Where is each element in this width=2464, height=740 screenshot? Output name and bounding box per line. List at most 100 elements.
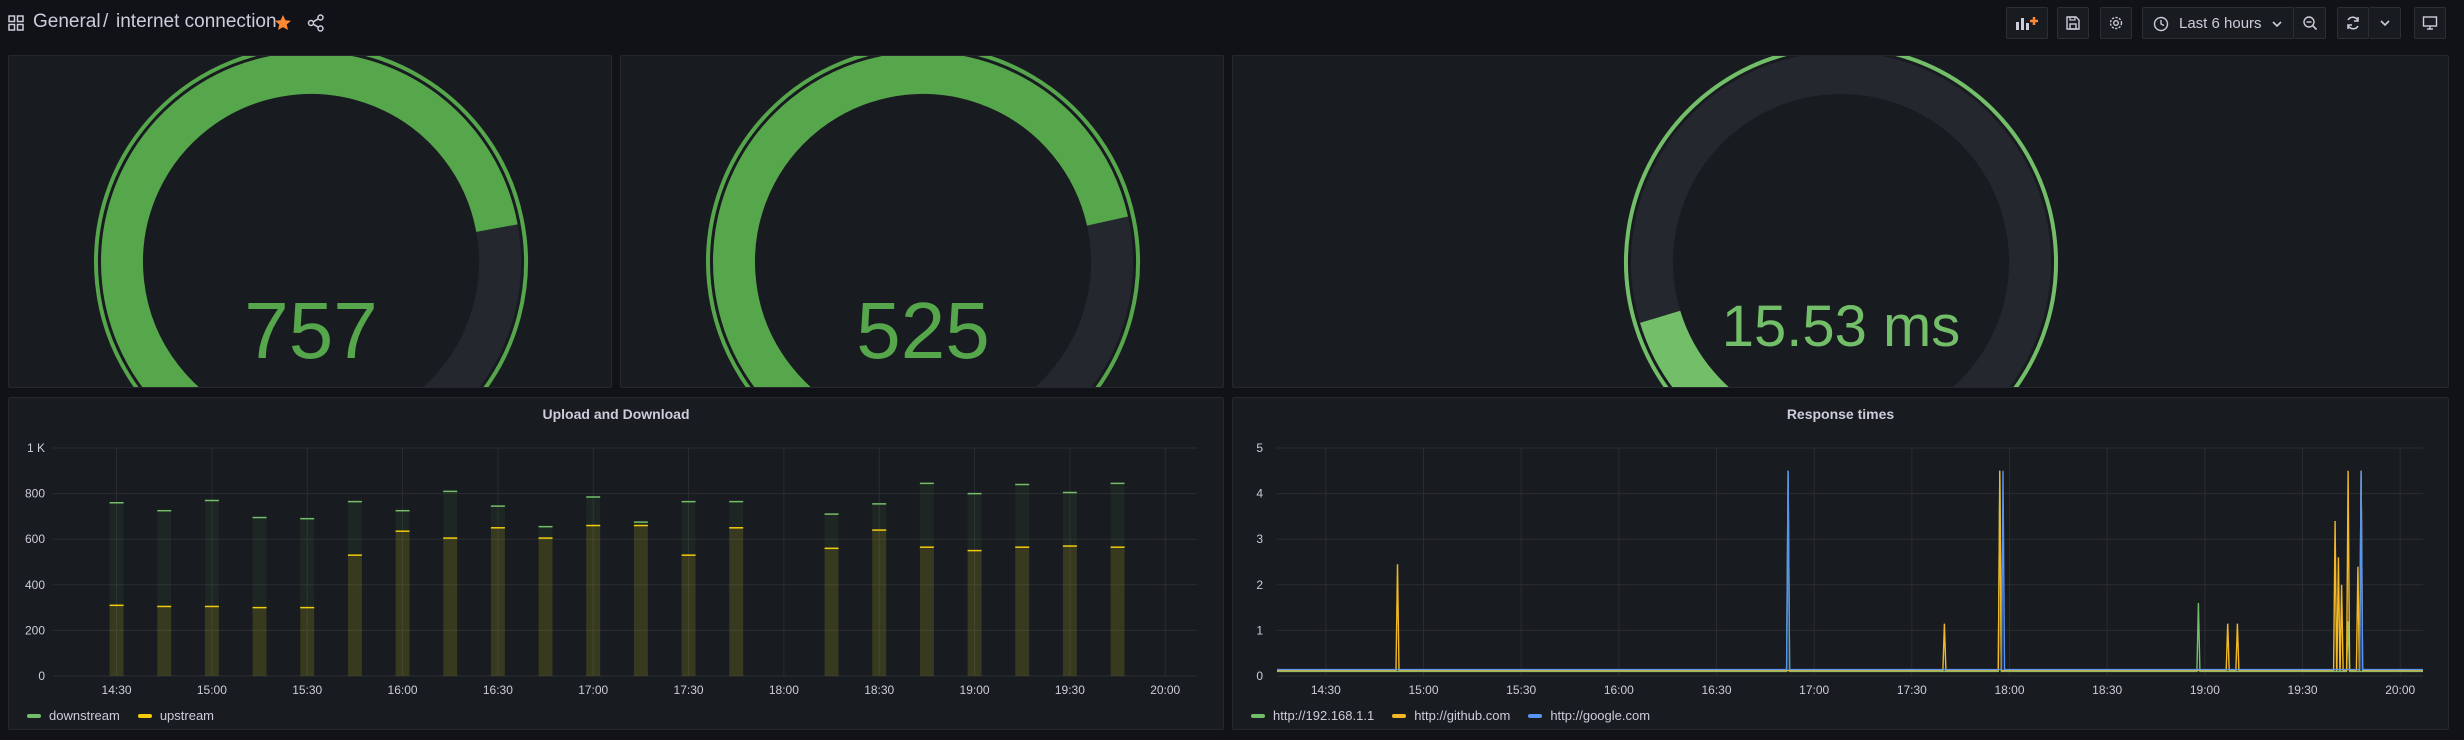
upstream-bar (347, 555, 362, 676)
favorite-star-icon[interactable] (273, 13, 293, 33)
x-tick-label: 16:00 (388, 683, 418, 697)
save-dashboard-button[interactable] (2057, 7, 2089, 39)
upstream-bar (443, 538, 458, 676)
legend-label: http://github.com (1414, 708, 1511, 723)
share-icon[interactable] (306, 13, 326, 33)
legend-item-downstream[interactable]: downstream (27, 708, 120, 723)
gauge-value-text: 15.53 ms (1722, 294, 1961, 359)
upstream-bar (681, 555, 696, 676)
upstream-bar (300, 607, 315, 676)
upload-download-bar-chart: 0 200 400 600 800 1 K 14:30 15:00 15:30 16:00 16:3… (25, 441, 1197, 697)
upstream-bar (919, 547, 934, 676)
x-tick-label: 16:00 (1604, 683, 1634, 697)
download-gauge: 757 (94, 56, 528, 387)
legend-label: downstream (49, 708, 120, 723)
save-icon (2066, 16, 2080, 30)
breadcrumb-folder[interactable]: General (33, 11, 101, 33)
x-tick-label: 19:00 (2190, 683, 2220, 697)
response-times-line-chart: 0 1 2 3 4 5 14:30 15:00 15:30 16:00 16:30 17:00 17:3… (1256, 441, 2423, 697)
upstream-bar (157, 606, 172, 676)
upstream-bar (204, 606, 219, 676)
refresh-interval-dropdown[interactable] (2369, 7, 2401, 39)
legend-swatch (1251, 713, 1265, 718)
upload-gauge: 525 (706, 56, 1140, 387)
dashboard-settings-button[interactable] (2100, 7, 2132, 39)
x-tick-label: 19:30 (1055, 683, 1085, 697)
y-tick-label: 400 (25, 578, 45, 592)
add-panel-icon (2016, 17, 2038, 30)
x-tick-label: 19:00 (960, 683, 990, 697)
x-tick-label: 16:30 (483, 683, 513, 697)
chevron-down-icon (2272, 21, 2282, 28)
y-tick-label: 600 (25, 532, 45, 546)
time-range-label: Last 6 hours (2179, 15, 2262, 32)
y-tick-label: 5 (1256, 441, 1263, 455)
x-tick-label: 17:00 (1799, 683, 1829, 697)
upstream-bar (109, 605, 124, 676)
x-tick-label: 14:30 (102, 683, 132, 697)
legend-item-github[interactable]: http://github.com (1392, 708, 1510, 723)
legend-item-router[interactable]: http://192.168.1.1 (1251, 708, 1374, 723)
x-tick-label: 18:30 (864, 683, 894, 697)
download-gauge-panel[interactable]: Download 757 (8, 55, 612, 388)
x-tick-label: 14:30 (1311, 683, 1341, 697)
upstream-bar (824, 548, 839, 676)
x-tick-label: 15:30 (1506, 683, 1536, 697)
clock-icon (2153, 16, 2169, 32)
upstream-bar (586, 525, 601, 676)
y-tick-label: 0 (1256, 669, 1263, 683)
gauge-value-text: 525 (856, 286, 989, 375)
dashboard-title[interactable]: internet connection (116, 11, 277, 33)
kiosk-mode-button[interactable] (2414, 7, 2446, 39)
zoom-out-icon (2302, 16, 2317, 31)
x-tick-label: 18:30 (2092, 683, 2122, 697)
upstream-bar (538, 538, 553, 676)
x-tick-label: 15:30 (292, 683, 322, 697)
legend-swatch (27, 713, 41, 718)
upload-gauge-panel[interactable]: Upload 525 (620, 55, 1224, 388)
x-tick-label: 15:00 (1408, 683, 1438, 697)
legend-swatch (137, 713, 152, 718)
top-nav: General / internet connection Last 6 hou… (0, 0, 2464, 46)
breadcrumb-separator: / (103, 11, 109, 32)
upstream-bar (1062, 546, 1077, 676)
chevron-down-icon (2379, 20, 2390, 27)
upload-download-chart-panel[interactable]: Upload and Download 0 200 400 600 800 1 K 14:3… (8, 397, 1224, 730)
refresh-icon (2347, 16, 2359, 30)
upstream-bar (967, 550, 982, 676)
refresh-button[interactable] (2337, 7, 2369, 39)
legend-label: http://google.com (1550, 708, 1651, 723)
chart-legend: http://192.168.1.1 http://github.com htt… (1251, 708, 1650, 723)
x-tick-label: 18:00 (1995, 683, 2025, 697)
response-times-chart-panel[interactable]: Response times 0 1 2 3 4 5 14:30 15:00 15:30 16:0… (1232, 397, 2449, 730)
x-tick-label: 18:00 (769, 683, 799, 697)
legend-item-upstream[interactable]: upstream (137, 708, 214, 723)
y-tick-label: 4 (1256, 487, 1263, 501)
time-range-picker[interactable]: Last 6 hours (2142, 7, 2294, 39)
y-tick-label: 2 (1256, 578, 1263, 592)
x-tick-label: 20:00 (1150, 683, 1180, 697)
zoom-out-button[interactable] (2294, 7, 2326, 39)
ping-gauge-panel[interactable]: Ping 15.53 ms (1232, 55, 2449, 388)
gauge-value-text: 757 (244, 286, 377, 375)
upstream-bar (395, 531, 410, 676)
x-tick-label: 15:00 (197, 683, 227, 697)
y-tick-label: 1 K (27, 441, 45, 455)
legend-swatch (1392, 713, 1407, 718)
x-tick-label: 19:30 (2288, 683, 2318, 697)
ping-gauge: 15.53 ms (1624, 56, 2058, 387)
y-tick-label: 200 (25, 623, 45, 637)
upstream-bar (633, 525, 648, 676)
dashboards-grid-icon[interactable] (8, 15, 24, 31)
legend-item-google[interactable]: http://google.com (1528, 708, 1650, 723)
y-tick-label: 3 (1256, 532, 1263, 546)
legend-swatch (1528, 713, 1543, 718)
series-line-0 (1277, 470, 2423, 673)
add-panel-button[interactable] (2006, 7, 2048, 39)
legend-label: http://192.168.1.1 (1273, 708, 1375, 723)
y-tick-label: 800 (25, 487, 45, 501)
series-line-2 (1277, 470, 2423, 671)
monitor-icon (2422, 16, 2438, 30)
x-tick-label: 20:00 (2385, 683, 2415, 697)
y-tick-label: 0 (38, 669, 45, 683)
